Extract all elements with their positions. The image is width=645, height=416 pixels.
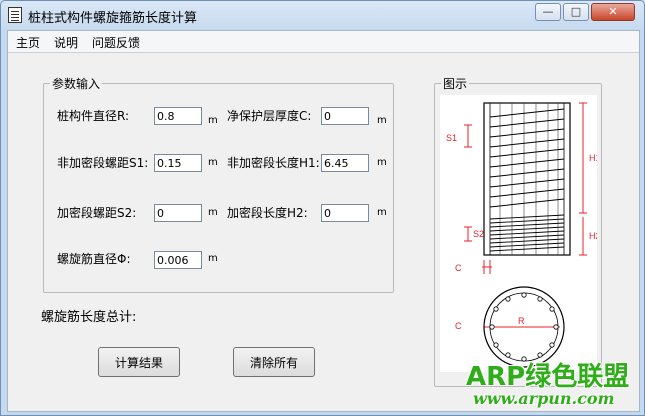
length-h1-label: 非加密段长度H1:: [227, 156, 320, 170]
length-h2-input[interactable]: [321, 204, 369, 222]
rebar-diameter-input[interactable]: [154, 251, 202, 269]
diagram-label-h1: H1: [589, 153, 597, 163]
pitch-s1-input[interactable]: [154, 154, 202, 172]
rebar-diagram: H1 H2 S1 S2 C C R: [440, 95, 597, 372]
menu-feedback[interactable]: 问题反馈: [92, 34, 140, 51]
diagram-label-r: R: [518, 316, 525, 326]
rebar-diameter-unit: m: [208, 253, 218, 264]
close-button[interactable]: ✕: [591, 3, 635, 21]
watermark-brand: ARP绿色联盟: [466, 362, 630, 392]
calculate-button[interactable]: 计算结果: [98, 347, 180, 377]
length-h2-label: 加密段长度H2:: [227, 206, 308, 220]
cover-unit: m: [377, 115, 387, 126]
diagram-legend: 图示: [443, 77, 468, 91]
diagram-label-c-top: C: [455, 263, 462, 273]
pitch-s2-label: 加密段螺距S2:: [57, 206, 137, 220]
diameter-input[interactable]: [154, 107, 202, 125]
pitch-s1-label: 非加密段螺距S1:: [57, 156, 149, 170]
maximize-button[interactable]: □: [563, 3, 589, 21]
app-grid-icon: [8, 7, 22, 23]
pitch-s2-unit: m: [208, 207, 218, 218]
window-title: 桩柱式构件螺旋箍筋长度计算: [28, 11, 198, 26]
pitch-s1-unit: m: [208, 157, 218, 168]
clear-button[interactable]: 清除所有: [233, 347, 315, 377]
params-legend: 参数输入: [52, 77, 101, 91]
length-h1-unit: m: [377, 157, 387, 168]
diameter-unit: m: [208, 115, 218, 126]
length-h2-unit: m: [377, 207, 387, 218]
spiral-upper: [489, 108, 565, 208]
diagram-label-h2: H2: [589, 231, 597, 241]
diagram-label-s1: S1: [446, 133, 457, 143]
spiral-lower: [489, 214, 565, 252]
diagram-label-c-bottom: C: [455, 321, 462, 331]
minimize-button[interactable]: —: [535, 3, 561, 21]
cover-input[interactable]: [321, 107, 369, 125]
total-length-label: 螺旋筋长度总计:: [41, 310, 137, 325]
watermark-url: www.arpun.com: [473, 389, 615, 408]
menu-home[interactable]: 主页: [16, 34, 40, 51]
menu-bar: 主页 说明 问题反馈: [8, 31, 639, 53]
length-h1-input[interactable]: [321, 154, 369, 172]
cover-label: 净保护层厚度C:: [227, 109, 312, 123]
title-bar[interactable]: 桩柱式构件螺旋箍筋长度计算 — □ ✕: [1, 1, 644, 29]
diagram-label-s2: S2: [473, 229, 484, 239]
menu-help[interactable]: 说明: [54, 34, 78, 51]
pitch-s2-input[interactable]: [154, 204, 202, 222]
diameter-label: 桩构件直径R:: [57, 109, 130, 123]
rebar-diameter-label: 螺旋筋直径Φ:: [57, 252, 131, 266]
